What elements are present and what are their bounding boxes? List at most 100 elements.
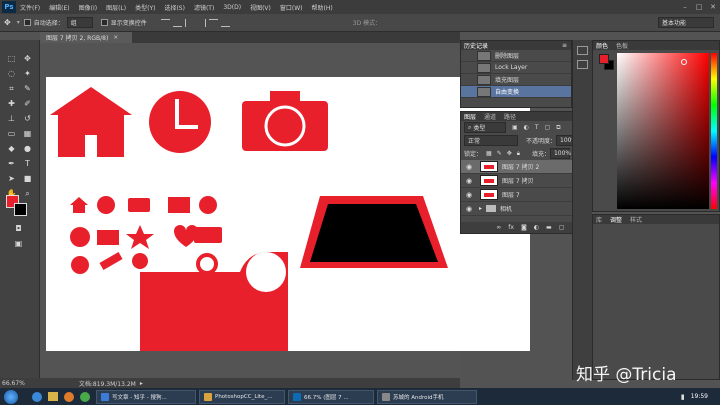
panel-foreground-swatch[interactable] <box>599 54 609 64</box>
add-mask-icon[interactable]: ◙ <box>521 224 527 231</box>
ie-icon[interactable] <box>32 391 42 402</box>
align-hcenter-icon[interactable] <box>208 18 218 27</box>
align-right-icon[interactable] <box>220 19 230 27</box>
filter-smart-icon[interactable]: ⧉ <box>556 124 560 132</box>
tray-network-icon[interactable]: ▮ <box>681 393 685 401</box>
filter-adjust-icon[interactable]: ◐ <box>524 124 529 131</box>
align-left-icon[interactable] <box>197 18 206 27</box>
history-item[interactable]: 删除图层 <box>461 50 571 62</box>
crop-tool-icon[interactable]: ⌗ <box>5 82 18 95</box>
hue-slider[interactable] <box>711 53 717 209</box>
menu-item-window[interactable]: 窗口(W) <box>280 3 303 12</box>
eraser-icon[interactable]: ▭ <box>5 127 18 140</box>
dodge-tool-icon[interactable]: ● <box>21 142 34 155</box>
color-picker-ring-icon[interactable] <box>681 59 687 65</box>
visibility-eye-icon[interactable]: ◉ <box>464 191 474 199</box>
start-button-icon[interactable] <box>4 389 18 404</box>
move-tool-icon[interactable]: ✥ <box>4 18 11 27</box>
tab-adjustments[interactable]: 调整 <box>610 215 622 224</box>
layer-row-selected[interactable]: ◉ 图层 7 拷贝 2 🔒︎ <box>461 160 585 174</box>
media-icon[interactable] <box>64 391 74 402</box>
folder-app-icon[interactable] <box>48 392 58 401</box>
shape-tool-icon[interactable]: ■ <box>21 172 34 185</box>
marquee-tool-icon[interactable]: ⬚ <box>5 52 18 65</box>
lock-paint-icon[interactable]: ✎ <box>497 150 502 157</box>
maximize-icon[interactable]: □ <box>692 1 706 13</box>
align-top-icon[interactable] <box>160 18 170 27</box>
visibility-eye-icon[interactable]: ◉ <box>464 205 474 213</box>
auto-select-checkbox[interactable] <box>23 19 31 26</box>
show-transform-checkbox[interactable] <box>100 19 108 26</box>
background-color-swatch[interactable] <box>14 203 27 216</box>
lock-move-icon[interactable]: ✥ <box>507 150 512 157</box>
history-item[interactable]: 填充图层 <box>461 74 571 86</box>
menu-item-view[interactable]: 视图(V) <box>250 3 271 12</box>
taskbar-item[interactable]: 66.7% (图层 7 ... <box>288 389 374 404</box>
blend-mode-dropdown[interactable]: 正常 <box>464 135 518 146</box>
minimize-icon[interactable]: – <box>678 1 692 13</box>
pen-tool-icon[interactable]: ✒ <box>5 157 18 170</box>
visibility-eye-icon[interactable]: ◉ <box>464 163 474 171</box>
filter-type-icon[interactable]: T <box>535 124 539 131</box>
document-tab[interactable]: 图层 7 拷贝 2, RGB/8) × <box>40 32 133 43</box>
tab-color[interactable]: 颜色 <box>596 41 608 50</box>
link-layers-icon[interactable]: ∞ <box>496 224 501 231</box>
lock-all-icon[interactable]: 🔒︎ <box>517 150 520 158</box>
new-group-icon[interactable]: ▬ <box>546 224 552 231</box>
close-tab-icon[interactable]: × <box>113 34 118 41</box>
magic-wand-icon[interactable]: ✦ <box>21 67 34 80</box>
filter-pixel-icon[interactable]: ▣ <box>512 124 518 131</box>
layer-style-icon[interactable]: fx <box>508 224 514 231</box>
taskbar-item[interactable]: 写文章 - 知乎 - 搜狗... <box>96 389 196 404</box>
gradient-tool-icon[interactable]: ▦ <box>21 127 34 140</box>
document-canvas[interactable] <box>46 77 530 351</box>
tab-swatches[interactable]: 色板 <box>616 41 628 50</box>
eyedropper-icon[interactable]: ✎ <box>21 82 34 95</box>
layer-row[interactable]: ◉ 图层 7 <box>461 188 585 202</box>
lasso-tool-icon[interactable]: ◌ <box>5 67 18 80</box>
align-bottom-icon[interactable] <box>184 18 194 27</box>
fill-input[interactable]: 100% <box>549 148 571 159</box>
path-select-icon[interactable]: ➤ <box>5 172 18 185</box>
tab-styles[interactable]: 样式 <box>630 215 642 224</box>
menu-item-filter[interactable]: 滤镜(T) <box>194 3 214 12</box>
auto-select-dropdown[interactable]: 组 <box>66 17 93 28</box>
brush-tool-icon[interactable]: ✐ <box>21 97 34 110</box>
close-icon[interactable]: ✕ <box>706 1 720 13</box>
zoom-tool-icon[interactable]: ⌕ <box>21 187 34 200</box>
filter-shape-icon[interactable]: ▢ <box>545 124 551 131</box>
layer-row[interactable]: ◉ 图层 7 拷贝 <box>461 174 585 188</box>
history-item[interactable]: Lock Layer <box>461 62 571 74</box>
clone-stamp-icon[interactable]: ⊥ <box>5 112 18 125</box>
panel-menu-icon[interactable]: ≡ <box>562 42 567 49</box>
history-brush-icon[interactable]: ↺ <box>21 112 34 125</box>
menu-item-type[interactable]: 类型(Y) <box>135 3 155 12</box>
history-item-selected[interactable]: 自由变换 <box>461 86 571 98</box>
taskbar-item[interactable]: PhotoshopCC_Lite_... <box>199 389 285 404</box>
visibility-eye-icon[interactable]: ◉ <box>464 177 474 185</box>
status-arrow-icon[interactable]: ▸ <box>140 380 143 387</box>
layer-filter-dropdown[interactable]: ⌕ 类型 <box>464 122 506 133</box>
tab-libraries[interactable]: 库 <box>596 215 602 224</box>
saturation-brightness-field[interactable] <box>617 53 709 209</box>
zoom-level[interactable]: 66.67% <box>2 380 25 387</box>
screen-mode-icon[interactable]: ▣ <box>12 237 25 250</box>
group-expand-chevron-icon[interactable]: ▸ <box>479 205 482 212</box>
type-tool-icon[interactable]: T <box>21 157 34 170</box>
menu-item-edit[interactable]: 编辑(E) <box>49 3 69 12</box>
clock[interactable]: 19:59 <box>691 393 708 400</box>
layer-group-row[interactable]: ◉ ▸ 相机 <box>461 202 585 216</box>
tab-paths[interactable]: 路径 <box>504 112 516 121</box>
align-vcenter-icon[interactable] <box>172 19 182 27</box>
quick-mask-icon[interactable]: ◘ <box>12 222 25 235</box>
menu-item-select[interactable]: 选择(S) <box>164 3 185 12</box>
adjustment-layer-icon[interactable]: ◐ <box>534 224 539 231</box>
new-layer-icon[interactable]: ▢ <box>559 224 565 231</box>
lock-pixels-icon[interactable]: ▦ <box>486 150 492 157</box>
tab-channels[interactable]: 通道 <box>484 112 496 121</box>
menu-item-3d[interactable]: 3D(D) <box>223 4 241 11</box>
menu-item-image[interactable]: 图像(I) <box>79 3 97 12</box>
menu-item-help[interactable]: 帮助(H) <box>312 3 333 12</box>
move-tool-icon[interactable]: ✥ <box>21 52 34 65</box>
menu-item-layer[interactable]: 图层(L) <box>106 3 126 12</box>
